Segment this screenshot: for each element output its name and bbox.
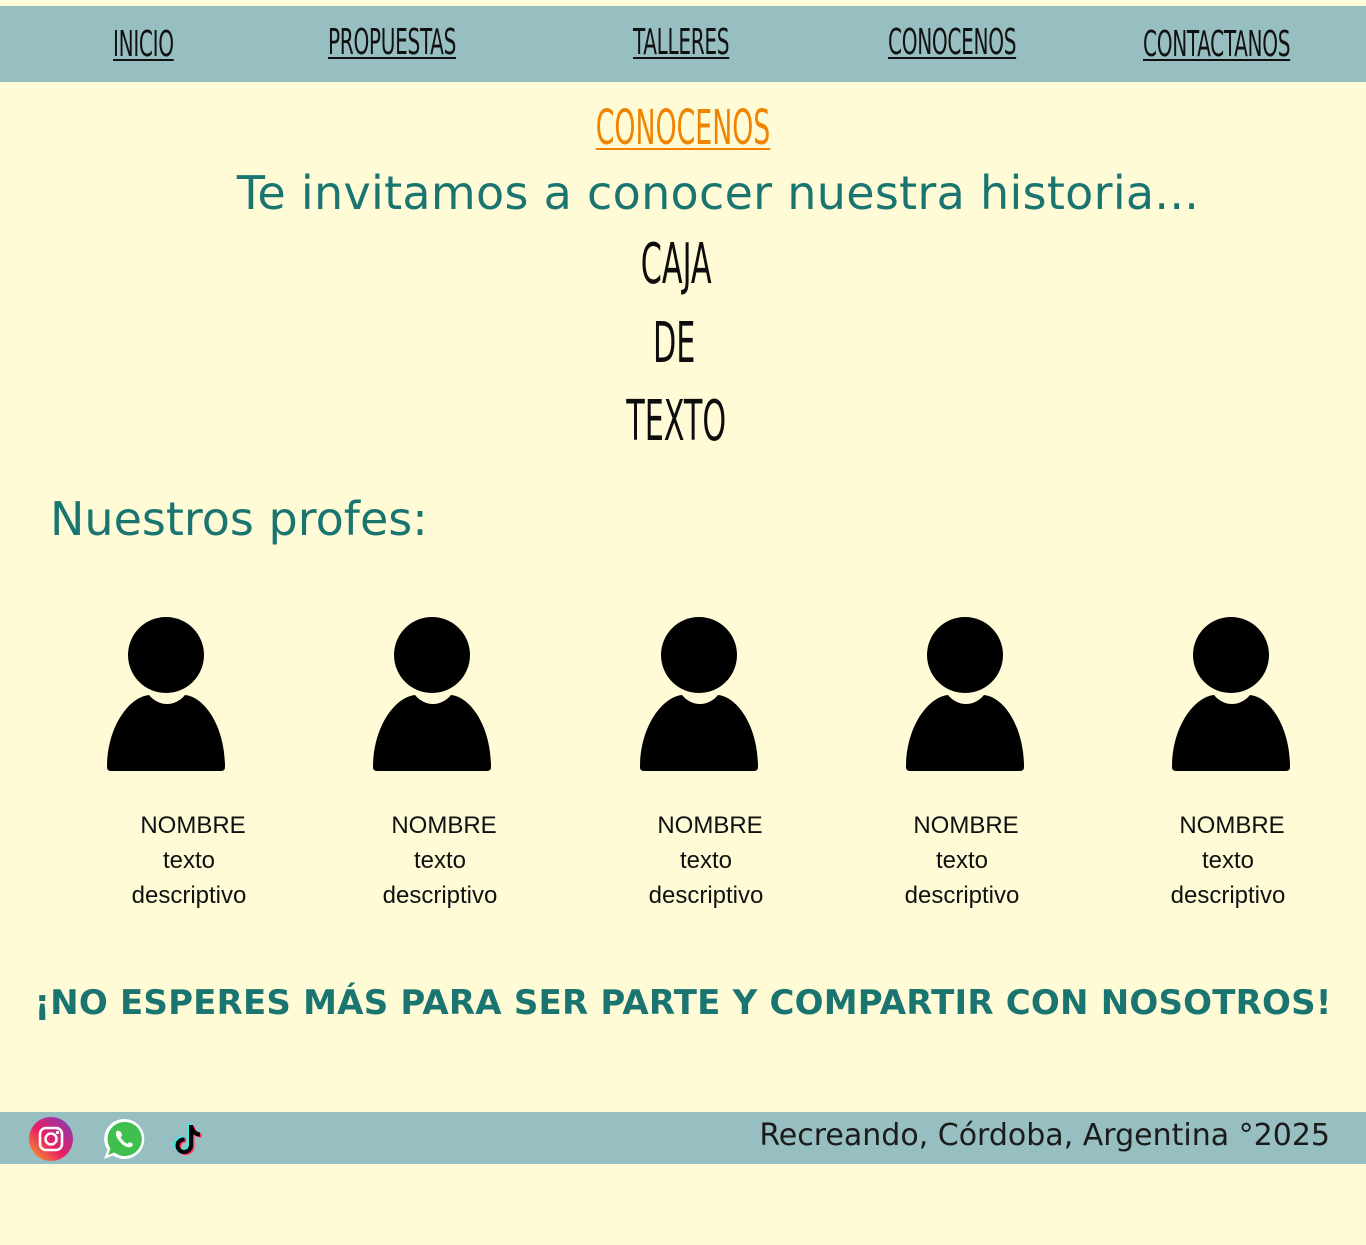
profe-description-line1: texto <box>162 847 216 874</box>
profe-description-line1: texto <box>935 847 989 874</box>
profe-name: NOMBRE <box>913 812 1019 839</box>
user-avatar-icon <box>906 617 1024 771</box>
profe-card: NOMBRE texto descriptivo <box>1128 615 1328 913</box>
nav-link-talleres[interactable]: TALLERES <box>633 22 730 63</box>
profe-name: NOMBRE <box>657 812 763 839</box>
profe-description-line2: descriptivo <box>131 882 247 909</box>
text-box-line-2: DE <box>653 311 696 376</box>
text-box-line-3: TEXTO <box>626 389 727 454</box>
profe-description-line1: texto <box>1201 847 1255 874</box>
top-navbar: INICIO PROPUESTAS TALLERES CONOCENOS CON… <box>0 6 1366 82</box>
profe-card: NOMBRE texto descriptivo <box>862 615 1062 913</box>
footer-copyright: Recreando, Córdoba, Argentina °2025 <box>759 1118 1330 1153</box>
footer-bar: Recreando, Córdoba, Argentina °2025 <box>0 1112 1366 1164</box>
user-avatar-icon <box>373 617 491 771</box>
call-to-action: ¡NO ESPERES MÁS PARA SER PARTE Y COMPART… <box>34 983 1332 1023</box>
profe-name: NOMBRE <box>1179 812 1285 839</box>
nav-link-contactanos[interactable]: CONTACTANOS <box>1143 24 1290 65</box>
profes-heading: Nuestros profes: <box>50 492 428 546</box>
nav-link-inicio[interactable]: INICIO <box>113 24 174 65</box>
page-title: CONOCENOS <box>595 100 771 156</box>
profe-description-line2: descriptivo <box>1170 882 1286 909</box>
profe-description-line2: descriptivo <box>648 882 764 909</box>
profe-name: NOMBRE <box>391 812 497 839</box>
profe-card: NOMBRE texto descriptivo <box>606 615 806 913</box>
profe-card: NOMBRE texto descriptivo <box>340 615 540 913</box>
tiktok-icon[interactable] <box>166 1116 212 1162</box>
text-box-line-1: CAJA <box>640 232 712 297</box>
profe-name: NOMBRE <box>140 812 246 839</box>
user-avatar-icon <box>107 617 225 771</box>
profe-description-line1: texto <box>679 847 733 874</box>
user-avatar-icon <box>1172 617 1290 771</box>
instagram-icon[interactable] <box>28 1116 74 1162</box>
profe-description-line2: descriptivo <box>904 882 1020 909</box>
profe-card: NOMBRE texto descriptivo <box>89 615 289 913</box>
nav-link-propuestas[interactable]: PROPUESTAS <box>328 22 456 63</box>
nav-link-conocenos[interactable]: CONOCENOS <box>888 22 1016 63</box>
profe-description-line2: descriptivo <box>382 882 498 909</box>
user-avatar-icon <box>640 617 758 771</box>
history-subtitle: Te invitamos a conocer nuestra historia.… <box>236 166 1200 220</box>
whatsapp-icon[interactable] <box>101 1116 147 1162</box>
profe-description-line1: texto <box>413 847 467 874</box>
